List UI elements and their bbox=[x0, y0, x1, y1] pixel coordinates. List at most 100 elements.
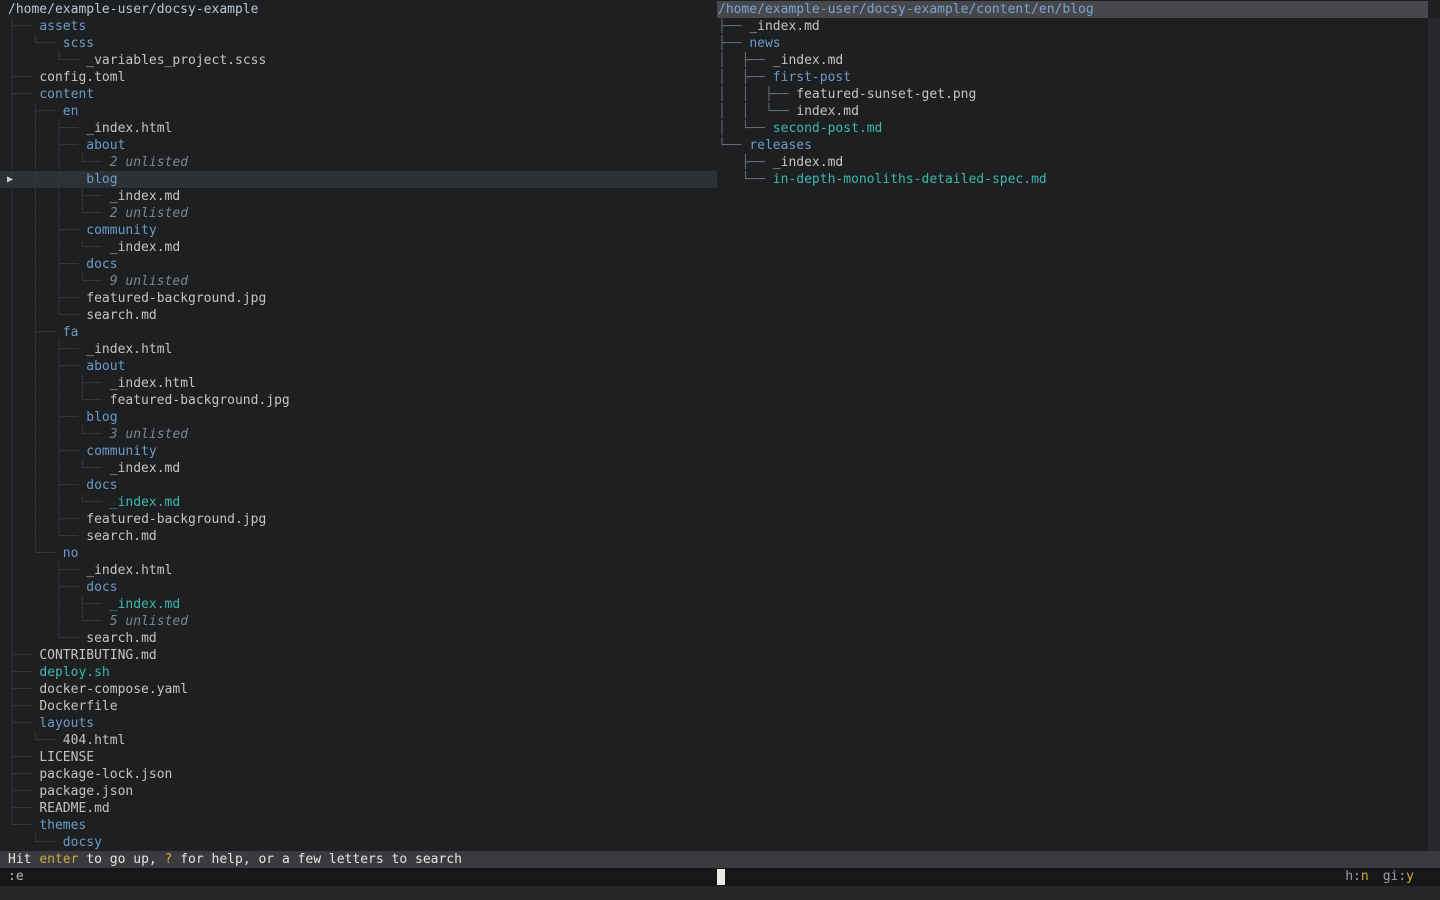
tree-row[interactable]: ├── deploy.sh bbox=[0, 664, 717, 681]
tree-row[interactable]: │ │ │ └── _index.md bbox=[0, 494, 717, 511]
tree-lines: │ │ ├── bbox=[8, 478, 86, 493]
tree-row[interactable]: ├── docker-compose.yaml bbox=[0, 681, 717, 698]
tree-row[interactable]: │ └── search.md bbox=[0, 630, 717, 647]
flags-indicator: h:ngi:y bbox=[1331, 868, 1414, 886]
tree-row[interactable]: ├── LICENSE bbox=[0, 749, 717, 766]
tree-row[interactable]: │ │ ├── about bbox=[0, 358, 717, 375]
tree-lines: ├── bbox=[8, 801, 39, 816]
tree-row[interactable]: ├── Dockerfile bbox=[0, 698, 717, 715]
tree-row[interactable]: │ ├── docs bbox=[0, 579, 717, 596]
file-name: search.md bbox=[86, 631, 156, 646]
tree-row[interactable]: │ ├── first-post bbox=[717, 69, 1440, 86]
tree-row[interactable]: │ │ ├── featured-background.jpg bbox=[0, 511, 717, 528]
tree-row[interactable]: │ └── no bbox=[0, 545, 717, 562]
status-key-highlight: enter bbox=[39, 852, 78, 867]
tree-row[interactable]: └── themes bbox=[0, 817, 717, 834]
tree-lines: │ ├── bbox=[8, 104, 63, 119]
tree-row[interactable]: │ ├── _index.html bbox=[0, 562, 717, 579]
selection-arrow-icon: ▶ bbox=[7, 171, 13, 188]
tree-lines: │ └── bbox=[8, 546, 63, 561]
tree-lines: └── bbox=[718, 138, 749, 153]
right-panel-path-header: /home/example-user/docsy-example/content… bbox=[717, 1, 1428, 18]
tree-lines: │ │ │ └── bbox=[8, 393, 110, 408]
tree-row[interactable]: ├── package.json bbox=[0, 783, 717, 800]
tree-row[interactable]: │ │ ├── about bbox=[0, 137, 717, 154]
tree-row[interactable]: │ │ │ ├── _index.md bbox=[0, 188, 717, 205]
tree-row[interactable]: └── docsy bbox=[0, 834, 717, 851]
tree-row[interactable]: │ │ ├── featured-background.jpg bbox=[0, 290, 717, 307]
tree-row[interactable]: │ │ └── 5 unlisted bbox=[0, 613, 717, 630]
file-name: index.md bbox=[796, 104, 859, 119]
tree-row[interactable]: │ │ ├── featured-sunset-get.png bbox=[717, 86, 1440, 103]
tree-lines: │ │ ├── bbox=[8, 172, 86, 187]
directory-name: scss bbox=[63, 36, 94, 51]
tree-row[interactable]: └── in-depth-monoliths-detailed-spec.md bbox=[717, 171, 1440, 188]
tree-row[interactable]: │ │ │ └── 2 unlisted bbox=[0, 205, 717, 222]
tree-row[interactable]: │ │ ├── community bbox=[0, 443, 717, 460]
tree-row[interactable]: ├── config.toml bbox=[0, 69, 717, 86]
left-panel: /home/example-user/docsy-example ├── ass… bbox=[0, 0, 717, 851]
file-name: _index.html bbox=[86, 563, 172, 578]
tree-lines: │ │ └── bbox=[8, 614, 110, 629]
tree-row[interactable]: │ │ │ └── featured-background.jpg bbox=[0, 392, 717, 409]
tree-row[interactable]: │ │ │ ├── _index.html bbox=[0, 375, 717, 392]
tree-row[interactable]: │ │ ├── blog bbox=[0, 409, 717, 426]
tree-row[interactable]: ├── CONTRIBUTING.md bbox=[0, 647, 717, 664]
tree-row[interactable]: │ │ ├── _index.html bbox=[0, 120, 717, 137]
tree-row[interactable]: ├── content bbox=[0, 86, 717, 103]
directory-name: releases bbox=[749, 138, 812, 153]
tree-lines: │ │ │ └── bbox=[8, 155, 110, 170]
tree-row[interactable]: │ │ └── search.md bbox=[0, 528, 717, 545]
file-name: LICENSE bbox=[39, 750, 94, 765]
directory-name: docs bbox=[86, 580, 117, 595]
tree-row[interactable]: │ └── scss bbox=[0, 35, 717, 52]
tree-lines: ├── bbox=[8, 19, 39, 34]
tree-row[interactable]: │ └── second-post.md bbox=[717, 120, 1440, 137]
tree-lines: │ │ └── bbox=[8, 308, 86, 323]
tree-row[interactable]: │ │ │ └── _index.md bbox=[0, 239, 717, 256]
tree-row[interactable]: │ │ │ └── 2 unlisted bbox=[0, 154, 717, 171]
file-name: docker-compose.yaml bbox=[39, 682, 188, 697]
tree-lines: │ │ ├── bbox=[8, 512, 86, 527]
tree-row[interactable]: │ │ │ └── 3 unlisted bbox=[0, 426, 717, 443]
tree-row[interactable]: ├── _index.md bbox=[717, 18, 1440, 35]
tree-row[interactable]: ├── README.md bbox=[0, 800, 717, 817]
flag: gi:y bbox=[1383, 869, 1414, 884]
command-input[interactable]: :e bbox=[8, 868, 24, 886]
file-name: _index.md bbox=[110, 495, 180, 510]
tree-row[interactable]: │ │ ├── docs bbox=[0, 256, 717, 273]
tree-row[interactable]: │ │ ├── community bbox=[0, 222, 717, 239]
tree-lines: │ │ ├── bbox=[8, 444, 86, 459]
tree-row[interactable]: ├── layouts bbox=[0, 715, 717, 732]
status-text: to go up, bbox=[78, 852, 164, 867]
tree-row[interactable]: │ │ ├── _index.html bbox=[0, 341, 717, 358]
tree-row[interactable]: ├── assets bbox=[0, 18, 717, 35]
tree-row[interactable]: ├── _index.md bbox=[717, 154, 1440, 171]
tree-row[interactable]: │ ├── _index.md bbox=[717, 52, 1440, 69]
tree-row[interactable]: │ │ ├── _index.md bbox=[0, 596, 717, 613]
directory-name: en bbox=[63, 104, 79, 119]
left-panel-path-header: /home/example-user/docsy-example bbox=[0, 1, 717, 18]
tree-row[interactable]: └── releases bbox=[717, 137, 1440, 154]
tree-row[interactable]: │ │ └── index.md bbox=[717, 103, 1440, 120]
tree-row[interactable]: │ └── _variables_project.scss bbox=[0, 52, 717, 69]
input-bar[interactable]: :e h:ngi:y bbox=[0, 868, 1440, 886]
unlisted-count: 3 unlisted bbox=[110, 427, 188, 442]
file-name: _index.md bbox=[110, 597, 180, 612]
tree-row[interactable]: │ │ │ └── _index.md bbox=[0, 460, 717, 477]
file-name: _index.md bbox=[110, 189, 180, 204]
tree-row[interactable]: ├── news bbox=[717, 35, 1440, 52]
tree-row[interactable]: │ │ └── search.md bbox=[0, 307, 717, 324]
tree-row[interactable]: │ │ ├── docs bbox=[0, 477, 717, 494]
tree-row[interactable]: ├── package-lock.json bbox=[0, 766, 717, 783]
status-bar: Hit enter to go up, ? for help, or a few… bbox=[0, 851, 1440, 868]
file-name: package.json bbox=[39, 784, 133, 799]
tree-lines: ├── bbox=[8, 70, 39, 85]
tree-row[interactable]: │ │ │ └── 9 unlisted bbox=[0, 273, 717, 290]
tree-row-selected[interactable]: ▶│ │ ├── blog bbox=[0, 171, 717, 188]
tree-lines: │ │ ├── bbox=[8, 257, 86, 272]
tree-row[interactable]: │ └── 404.html bbox=[0, 732, 717, 749]
tree-row[interactable]: │ ├── fa bbox=[0, 324, 717, 341]
right-panel-scrollbar-track[interactable] bbox=[1428, 18, 1440, 851]
tree-row[interactable]: │ ├── en bbox=[0, 103, 717, 120]
